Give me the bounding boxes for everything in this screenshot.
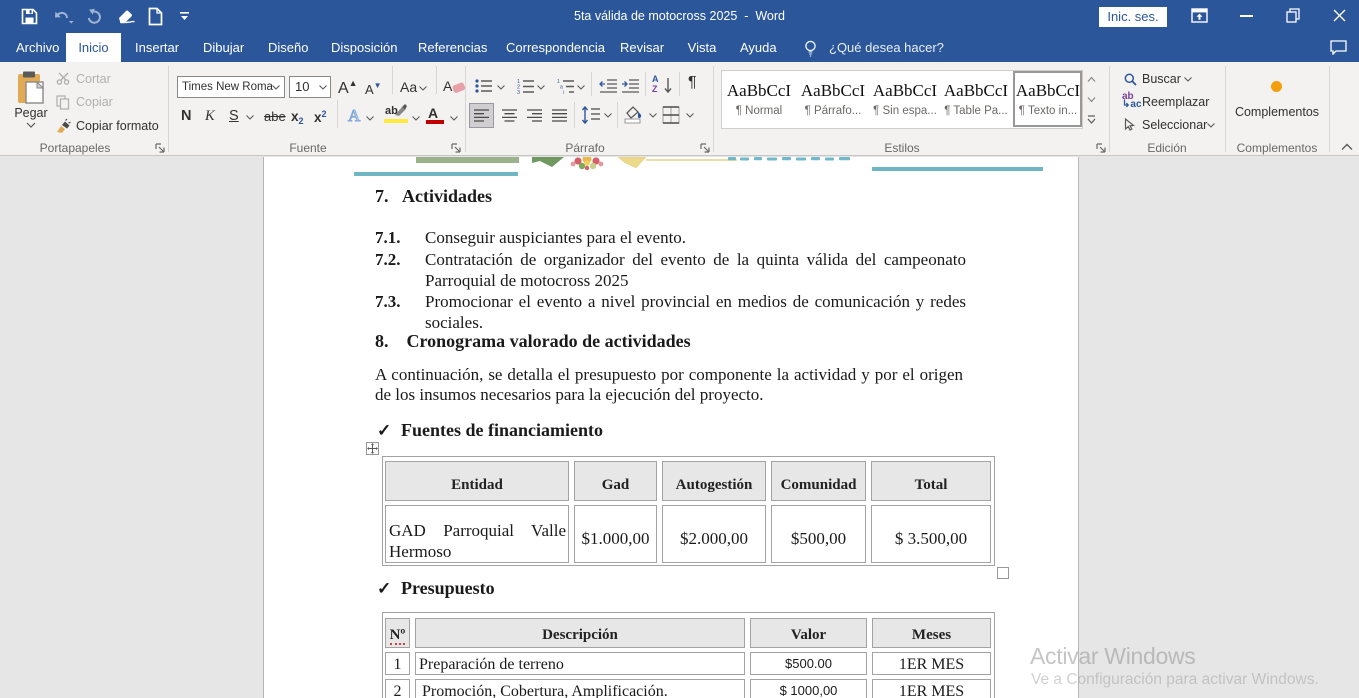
svg-text:3: 3: [517, 90, 520, 94]
svg-text:i: i: [563, 90, 564, 94]
